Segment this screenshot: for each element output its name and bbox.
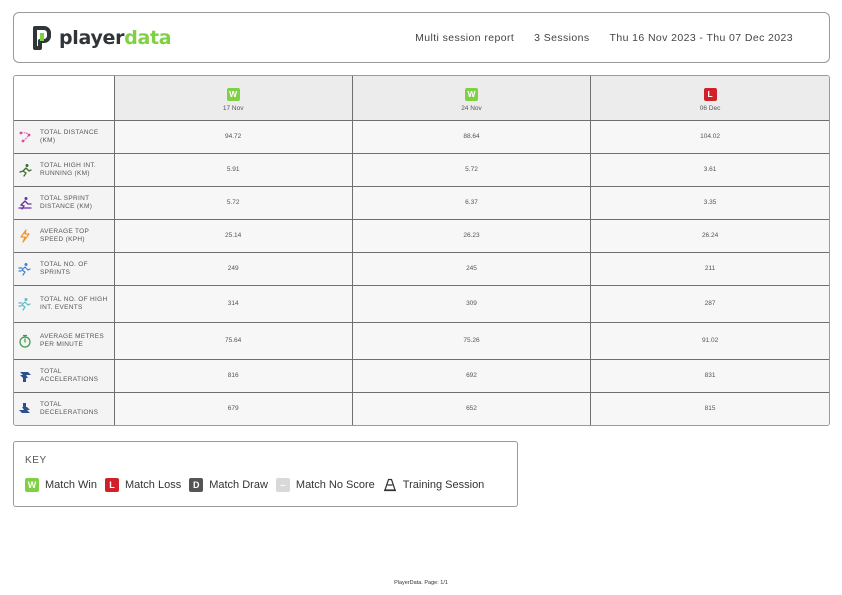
key-item-training: Training Session <box>383 478 485 492</box>
metric-label: TOTAL ACCELERATIONS <box>40 367 99 383</box>
accelerations-icon <box>20 371 31 382</box>
session-count: 3 Sessions <box>534 32 590 44</box>
logo-text-data: data <box>124 27 172 49</box>
high-intensity-running-icon <box>19 163 32 177</box>
metric-value: 287 <box>590 284 829 323</box>
metric-row-top-speed: AVERAGE TOP SPEED (KPH) 25.14 26.23 26.2… <box>14 218 829 253</box>
metric-value: 104.02 <box>590 119 829 154</box>
metric-row-high-int-running: TOTAL HIGH INT. RUNNING (KM) 5.91 5.72 3… <box>14 152 829 187</box>
metric-row-decelerations: TOTAL DECELERATIONS 679 652 815 <box>14 391 829 425</box>
metric-label: TOTAL SPRINT DISTANCE (KM) <box>40 194 93 210</box>
metric-value: 25.14 <box>113 218 353 253</box>
metric-row-sprints: TOTAL NO. OF SPRINTS 249 245 211 <box>14 251 829 286</box>
metric-value: 26.24 <box>590 218 829 253</box>
win-badge: W <box>464 87 478 101</box>
metric-value: 309 <box>351 284 592 323</box>
metric-value: 26.23 <box>351 218 592 253</box>
key-label: Match Loss <box>124 479 182 491</box>
key-label: Match No Score <box>295 479 375 491</box>
metric-label: TOTAL DECELERATIONS <box>40 400 99 416</box>
stopwatch-icon <box>19 334 31 348</box>
metric-value: 5.72 <box>351 152 592 187</box>
top-speed-icon <box>20 228 30 243</box>
metric-value: 91.02 <box>590 321 829 360</box>
key-item-no-score: – Match No Score <box>275 478 375 492</box>
sprints-icon <box>18 262 31 276</box>
metric-value: 5.91 <box>113 152 353 187</box>
key-label: Match Draw <box>209 479 268 491</box>
metric-row-sprint-distance: TOTAL SPRINT DISTANCE (KM) 5.72 6.37 3.3… <box>14 185 829 220</box>
metric-value: 679 <box>113 391 353 425</box>
page-footer: PlayerData. Page: 1/1 <box>394 580 448 586</box>
win-badge: W <box>226 87 240 101</box>
metric-value: 88.64 <box>351 119 592 154</box>
metric-value: 3.61 <box>590 152 829 187</box>
metric-value: 5.72 <box>113 185 353 220</box>
high-int-events-icon <box>18 297 31 311</box>
metric-label: TOTAL DISTANCE (KM) <box>40 128 99 144</box>
session-date: 06 Dec <box>699 104 721 112</box>
key-item-win: W Match Win <box>25 478 97 492</box>
metric-label: AVERAGE METRES PER MINUTE <box>40 332 105 348</box>
metric-label: TOTAL NO. OF HIGH INT. EVENTS <box>40 295 108 311</box>
win-badge: W <box>25 478 39 492</box>
key-legend: KEY W Match Win L Match Loss D Match Dra… <box>13 441 518 507</box>
metric-value: 75.26 <box>351 321 592 360</box>
distance-icon <box>19 131 31 142</box>
session-date: 24 Nov <box>461 104 482 112</box>
metric-value: 831 <box>590 358 829 393</box>
metric-row-high-int-events: TOTAL NO. OF HIGH INT. EVENTS 314 309 28… <box>14 284 829 323</box>
decelerations-icon <box>19 402 30 413</box>
logo-mark-icon <box>33 26 51 50</box>
metric-value: 652 <box>351 391 592 425</box>
playerdata-logo: playerdata <box>32 24 172 52</box>
metric-value: 816 <box>113 358 353 393</box>
key-title: KEY <box>25 455 47 466</box>
session-header-2: W 24 Nov <box>351 76 592 121</box>
key-item-draw: D Match Draw <box>189 478 268 492</box>
metric-value: 692 <box>351 358 592 393</box>
report-type: Multi session report <box>415 32 515 44</box>
key-label: Training Session <box>402 479 485 491</box>
report-header: playerdata Multi session report 3 Sessio… <box>13 12 830 63</box>
metric-value: 6.37 <box>351 185 592 220</box>
metric-value: 3.35 <box>590 185 829 220</box>
no-score-badge: – <box>275 478 290 492</box>
logo-text-player: player <box>59 27 125 49</box>
metric-row-accelerations: TOTAL ACCELERATIONS 816 692 831 <box>14 358 829 393</box>
metrics-table: W 17 Nov W 24 Nov L 06 Dec TOTAL DISTANC… <box>13 75 830 426</box>
draw-badge: D <box>189 478 204 492</box>
loss-badge: L <box>104 478 119 492</box>
metric-row-metres-per-minute: AVERAGE METRES PER MINUTE 75.64 75.26 91… <box>14 321 829 360</box>
metric-value: 249 <box>113 251 353 286</box>
session-date: 17 Nov <box>222 104 244 112</box>
metric-value: 94.72 <box>113 119 353 154</box>
session-header-3: L 06 Dec <box>590 76 829 121</box>
training-cone-icon <box>383 478 396 492</box>
metric-value: 211 <box>590 251 829 286</box>
key-label: Match Win <box>45 479 97 491</box>
session-header-1: W 17 Nov <box>113 76 353 121</box>
metric-label: TOTAL HIGH INT. RUNNING (KM) <box>40 161 97 177</box>
key-item-loss: L Match Loss <box>104 478 182 492</box>
metric-label: AVERAGE TOP SPEED (KPH) <box>40 227 90 243</box>
metric-value: 815 <box>590 391 829 425</box>
metric-value: 245 <box>351 251 592 286</box>
table-corner-cell <box>14 76 115 121</box>
metric-label: TOTAL NO. OF SPRINTS <box>40 260 88 276</box>
sprint-distance-icon <box>18 196 32 210</box>
session-header-row: W 17 Nov W 24 Nov L 06 Dec <box>14 76 829 121</box>
date-range: Thu 16 Nov 2023 - Thu 07 Dec 2023 <box>609 32 793 44</box>
loss-badge: L <box>703 87 717 101</box>
metric-value: 75.64 <box>113 321 353 360</box>
metric-row-total-distance: TOTAL DISTANCE (KM) 94.72 88.64 104.02 <box>14 119 829 154</box>
metric-value: 314 <box>113 284 353 323</box>
